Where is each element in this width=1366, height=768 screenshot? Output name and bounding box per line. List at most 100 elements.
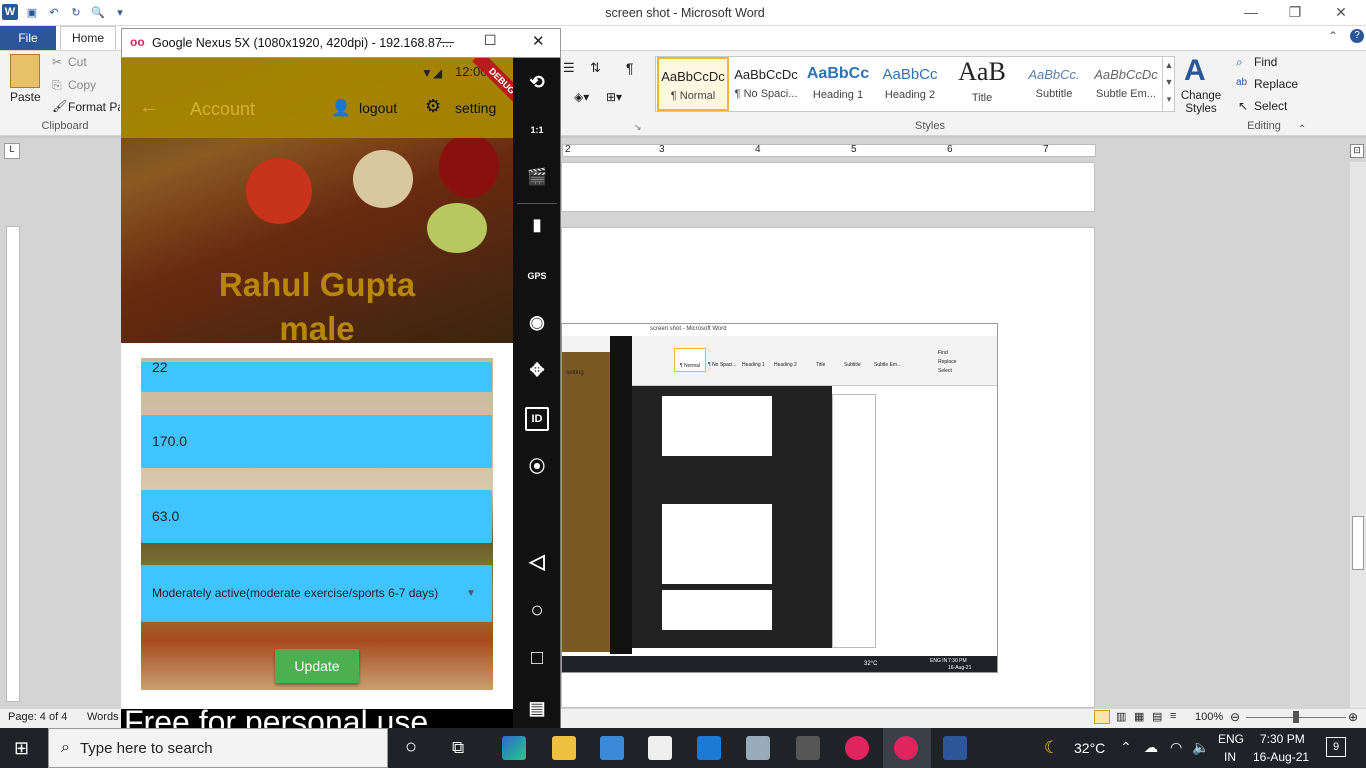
gps-icon[interactable]: GPS — [525, 264, 549, 288]
device-id-icon[interactable]: ID — [525, 407, 549, 431]
task-view-icon[interactable]: ⧉ — [452, 738, 464, 758]
cortana-icon[interactable]: ○ — [405, 736, 417, 759]
style-normal[interactable]: AaBbCcDc ¶ Normal — [657, 57, 729, 111]
paste-icon[interactable] — [10, 54, 40, 88]
android-studio-icon[interactable] — [796, 736, 820, 760]
style-no-spacing[interactable]: AaBbCcDc ¶ No Spaci... — [730, 57, 802, 111]
print-preview-icon[interactable]: 🔍 — [90, 4, 106, 20]
shading-icon[interactable]: ◈▾ — [574, 90, 589, 104]
tray-chevron-icon[interactable]: ⌃ — [1120, 739, 1132, 756]
style-subtle-emphasis[interactable]: AaBbCcDc Subtle Em... — [1090, 57, 1162, 111]
show-paragraph-icon[interactable]: ¶ — [626, 60, 634, 76]
style-heading-2[interactable]: AaBbCc Heading 2 — [874, 57, 946, 111]
nav-recents-icon[interactable]: □ — [525, 646, 549, 670]
read-mode-icon[interactable]: ▥ — [1116, 710, 1126, 723]
ribbon-collapse-icon[interactable]: ⌃ — [1298, 124, 1306, 135]
update-button[interactable]: Update — [275, 649, 359, 683]
clock-date[interactable]: 16-Aug-21 — [1253, 750, 1309, 764]
rotate-icon[interactable]: ⟲ — [525, 70, 549, 94]
camera-icon[interactable]: ◉ — [525, 310, 549, 334]
collapse-ribbon-icon[interactable]: ⌃ — [1328, 29, 1338, 43]
minimize-button[interactable]: — — [1228, 4, 1274, 24]
web-layout-icon[interactable]: ▦ — [1134, 710, 1144, 723]
horizontal-ruler[interactable]: 2 3 4 5 6 7 — [562, 144, 1096, 157]
list-icon[interactable]: ☰ — [563, 60, 575, 76]
borders-icon[interactable]: ⊞▾ — [606, 90, 622, 104]
tab-home[interactable]: Home — [60, 26, 116, 50]
find-button[interactable]: Find — [1254, 55, 1277, 69]
draft-icon[interactable]: ≡ — [1170, 710, 1176, 722]
help-icon[interactable]: ? — [1350, 29, 1364, 43]
scrollbar-thumb[interactable] — [1352, 516, 1364, 570]
taskbar-search[interactable]: ⌕ Type here to search — [48, 728, 388, 768]
battery-icon[interactable]: ▮ — [525, 214, 549, 238]
vertical-scrollbar[interactable] — [1350, 162, 1366, 708]
temperature[interactable]: 32°C — [1074, 740, 1105, 756]
emulator-minimize-button[interactable]: — — [440, 33, 454, 49]
sort-icon[interactable]: ⇅ — [590, 60, 601, 76]
logout-button[interactable]: logout — [359, 100, 397, 116]
store-icon[interactable] — [648, 736, 672, 760]
change-styles-button[interactable]: Change Styles — [1178, 90, 1224, 116]
zoom-in-icon[interactable]: ⊕ — [1348, 710, 1358, 724]
tab-selector-icon[interactable]: L — [4, 143, 20, 159]
tab-file[interactable]: File — [0, 26, 56, 50]
zoom-slider-thumb[interactable] — [1293, 711, 1299, 723]
nav-home-icon[interactable]: ○ — [525, 598, 549, 622]
virtualbox-icon[interactable] — [746, 736, 770, 760]
replace-button[interactable]: Replace — [1254, 77, 1298, 91]
menu-icon[interactable]: ▤ — [525, 696, 549, 720]
notification-badge[interactable]: 9 — [1326, 737, 1346, 757]
style-heading-1[interactable]: AaBbCc Heading 1 — [802, 57, 874, 111]
gallery-scroll-icon[interactable]: ▲ ▼ ▾ — [1162, 57, 1175, 111]
setting-button[interactable]: setting — [455, 100, 496, 116]
back-arrow-icon[interactable]: ← — [139, 96, 159, 119]
customize-qat-icon[interactable]: ▾ — [112, 4, 128, 20]
redo-icon[interactable]: ↻ — [68, 4, 84, 20]
wifi-tray-icon[interactable]: ◠ — [1170, 739, 1182, 756]
print-layout-icon[interactable] — [1094, 710, 1110, 724]
paragraph-launcher-icon[interactable]: ↘ — [634, 122, 642, 133]
move-icon[interactable]: ✥ — [525, 358, 549, 382]
mail-icon[interactable] — [600, 736, 624, 760]
clock-time[interactable]: 7:30 PM — [1260, 732, 1305, 746]
nav-back-icon[interactable]: ◁ — [525, 550, 549, 574]
volume-icon[interactable]: 🔈 — [1192, 739, 1209, 756]
genymotion-active-icon[interactable] — [894, 736, 918, 760]
view-ruler-icon[interactable]: ⊡ — [1350, 144, 1364, 158]
file-explorer-icon[interactable] — [552, 736, 576, 760]
vscode-icon[interactable] — [697, 736, 721, 760]
select-button[interactable]: Select — [1254, 99, 1287, 113]
media-icon[interactable]: ⦿ — [525, 456, 549, 480]
close-button[interactable]: ✕ — [1318, 4, 1364, 24]
language-top[interactable]: ENG — [1218, 732, 1244, 746]
format-painter-button[interactable]: Format Pai — [68, 100, 120, 114]
activity-dropdown[interactable]: Moderately active(moderate exercise/spor… — [141, 565, 492, 622]
word-count[interactable]: Words — [87, 711, 119, 723]
height-field[interactable]: 170.0 — [141, 415, 492, 468]
windows-start-icon[interactable]: ⊞ — [14, 738, 29, 759]
capture-icon[interactable]: 🎬 — [525, 166, 549, 190]
weight-field[interactable]: 63.0 — [141, 490, 492, 543]
cut-button[interactable]: Cut — [68, 55, 87, 69]
edge-icon[interactable] — [502, 736, 526, 760]
paste-button[interactable]: Paste — [10, 90, 41, 104]
zoom-level[interactable]: 100% — [1195, 711, 1223, 723]
cloud-icon[interactable]: ☁ — [1144, 739, 1158, 756]
restore-button[interactable]: ❐ — [1272, 4, 1318, 24]
pixel-perfect-icon[interactable]: 1:1 — [525, 118, 549, 142]
style-title[interactable]: AaB Title — [946, 57, 1018, 111]
emulator-close-button[interactable]: ✕ — [532, 32, 545, 50]
undo-icon[interactable]: ↶ — [46, 4, 62, 20]
save-icon[interactable]: ▣ — [24, 4, 40, 20]
age-field[interactable]: 22 — [141, 362, 492, 392]
language-bottom[interactable]: IN — [1224, 750, 1236, 764]
zoom-out-icon[interactable]: ⊖ — [1230, 710, 1240, 724]
copy-button[interactable]: Copy — [68, 78, 96, 92]
page-count[interactable]: Page: 4 of 4 — [8, 711, 67, 723]
genymotion-taskbar-icon[interactable] — [845, 736, 869, 760]
word-taskbar-icon[interactable] — [943, 736, 967, 760]
outline-icon[interactable]: ▤ — [1152, 710, 1162, 723]
emulator-maximize-button[interactable]: ☐ — [484, 32, 497, 49]
style-subtitle[interactable]: AaBbCc. Subtitle — [1018, 57, 1090, 111]
